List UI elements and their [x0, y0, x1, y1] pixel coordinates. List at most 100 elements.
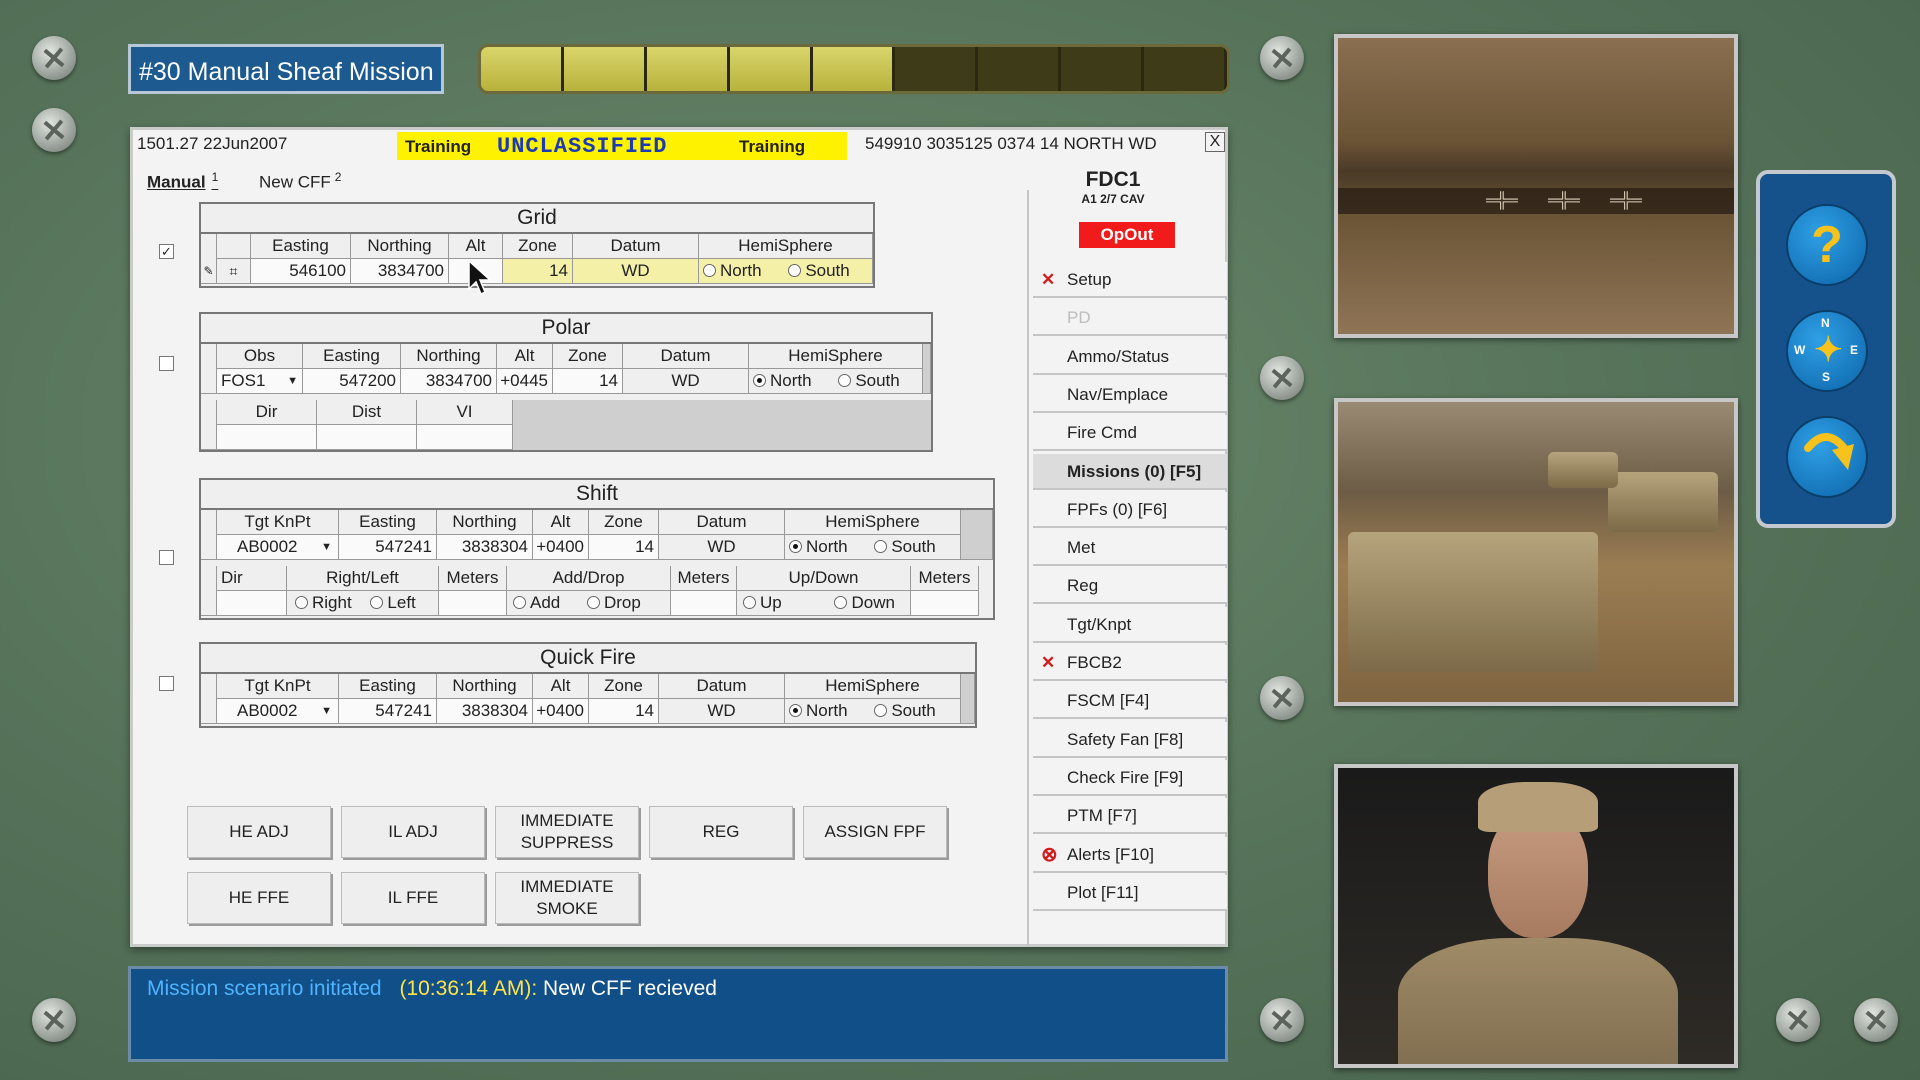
compass-icon[interactable]: N S W E ✦	[1786, 310, 1868, 392]
quickfire-easting-field[interactable]: 547241	[339, 699, 437, 724]
he-adj-button[interactable]: HE ADJ	[187, 806, 331, 858]
shift-ad-meters-field[interactable]	[671, 591, 737, 616]
shift-ud-meters-field[interactable]	[911, 591, 979, 616]
compass-star-icon: ✦	[1814, 331, 1843, 369]
radio-button-icon[interactable]	[834, 596, 848, 610]
radio-button-icon[interactable]	[370, 596, 384, 610]
menu-item-fbcb2[interactable]: ✕ FBCB2	[1033, 645, 1227, 681]
polar-zone-field[interactable]: 14	[553, 369, 623, 394]
il-adj-button[interactable]: IL ADJ	[341, 806, 485, 858]
grid-datum-field[interactable]: WD	[573, 259, 699, 284]
tab-new-cff[interactable]: New CFF 2	[259, 170, 341, 193]
close-button[interactable]: X	[1205, 132, 1225, 152]
polar-enable-checkbox[interactable]	[159, 356, 174, 371]
radio-left[interactable]: Left	[370, 593, 416, 612]
menu-item-pd[interactable]: PD	[1033, 300, 1227, 337]
radio-button-icon[interactable]	[838, 374, 852, 388]
shift-dir-field[interactable]	[217, 591, 287, 616]
quickfire-alt-field[interactable]: +0400	[533, 699, 589, 724]
shift-northing-field[interactable]: 3838304	[437, 535, 533, 560]
radio-button-icon[interactable]	[295, 596, 308, 610]
menu-item-ptm-f7[interactable]: PTM [F7]	[1033, 798, 1227, 835]
radio-right[interactable]: Right	[295, 593, 352, 612]
help-icon[interactable]: ?	[1786, 204, 1868, 286]
tab-manual[interactable]: Manual 1	[147, 170, 218, 193]
radio-south[interactable]: South	[788, 261, 850, 280]
radio-button-icon[interactable]	[513, 596, 526, 610]
menu-item-fscm-f4[interactable]: FSCM [F4]	[1033, 683, 1227, 720]
polar-vi-field[interactable]	[417, 425, 513, 450]
menu-item-setup[interactable]: ✕ Setup	[1033, 262, 1227, 298]
radio-south[interactable]: South	[838, 371, 900, 390]
radio-button-icon[interactable]	[789, 540, 802, 554]
polar-dist-field[interactable]	[317, 425, 417, 450]
radio-down[interactable]: Down	[834, 593, 895, 612]
polar-easting-field[interactable]: 547200	[303, 369, 401, 394]
shift-datum-field[interactable]: WD	[659, 535, 785, 560]
shift-alt-field[interactable]: +0400	[533, 535, 589, 560]
menu-item-fire-cmd[interactable]: Fire Cmd	[1033, 415, 1227, 452]
radio-button-icon[interactable]	[789, 704, 802, 718]
radio-button-icon[interactable]	[586, 596, 600, 610]
opout-button[interactable]: OpOut	[1079, 222, 1175, 248]
radio-up[interactable]: Up	[743, 593, 782, 612]
menu-item-reg[interactable]: Reg	[1033, 568, 1227, 605]
polar-northing-field[interactable]: 3834700	[401, 369, 497, 394]
radio-north[interactable]: North	[703, 261, 762, 280]
radio-button-icon[interactable]	[703, 264, 716, 278]
polar-obs-dropdown[interactable]: FOS1 ▼	[217, 369, 303, 394]
col-header-zone: Zone	[589, 674, 659, 699]
grid-easting-field[interactable]: 546100	[251, 259, 351, 284]
radio-button-icon[interactable]	[743, 596, 756, 610]
menu-item-plot-f11[interactable]: Plot [F11]	[1033, 874, 1227, 911]
radio-button-icon[interactable]	[788, 264, 802, 278]
shift-tgt-dropdown[interactable]: AB0002 ▼	[217, 535, 339, 560]
polar-datum-field[interactable]: WD	[623, 369, 749, 394]
he-ffe-button[interactable]: HE FFE	[187, 872, 331, 924]
grid-enable-checkbox[interactable]: ✓	[159, 244, 174, 259]
menu-item-ammo-status[interactable]: Ammo/Status	[1033, 338, 1227, 375]
reg-button[interactable]: REG	[649, 806, 793, 858]
immediate-smoke-button[interactable]: IMMEDIATE SMOKE	[495, 872, 639, 924]
menu-item-met[interactable]: Met	[1033, 530, 1227, 567]
menu-item-safety-fan-f8[interactable]: Safety Fan [F8]	[1033, 721, 1227, 758]
quickfire-datum-field[interactable]: WD	[659, 699, 785, 724]
menu-item-check-fire-f9[interactable]: Check Fire [F9]	[1033, 759, 1227, 796]
assign-fpf-button[interactable]: ASSIGN FPF	[803, 806, 947, 858]
il-ffe-button[interactable]: IL FFE	[341, 872, 485, 924]
menu-item-nav-emplace[interactable]: Nav/Emplace	[1033, 376, 1227, 413]
shift-enable-checkbox[interactable]	[159, 550, 174, 565]
chevron-down-icon[interactable]: ▼	[321, 699, 332, 723]
shift-rl-meters-field[interactable]	[439, 591, 507, 616]
quickfire-northing-field[interactable]: 3838304	[437, 699, 533, 724]
quickfire-tgt-dropdown[interactable]: AB0002 ▼	[217, 699, 339, 724]
radio-drop[interactable]: Drop	[586, 593, 641, 612]
radio-south[interactable]: South	[874, 537, 936, 556]
return-arrow-icon[interactable]	[1786, 416, 1868, 498]
target-grid-icon[interactable]: ⌗	[217, 259, 251, 284]
shift-easting-field[interactable]: 547241	[339, 535, 437, 560]
grid-northing-field[interactable]: 3834700	[351, 259, 449, 284]
radio-button-icon[interactable]	[874, 704, 888, 718]
shift-zone-field[interactable]: 14	[589, 535, 659, 560]
grid-zone-field[interactable]: 14	[503, 259, 573, 284]
radio-south[interactable]: South	[874, 701, 936, 720]
chevron-down-icon[interactable]: ▼	[287, 369, 298, 393]
immediate-suppress-button[interactable]: IMMEDIATE SUPPRESS	[495, 806, 639, 858]
radio-north[interactable]: North	[753, 371, 812, 390]
polar-dir-field[interactable]	[217, 425, 317, 450]
radio-north[interactable]: North	[789, 701, 848, 720]
menu-item-alerts-f10[interactable]: ⊗ Alerts [F10]	[1033, 836, 1227, 873]
pencil-icon[interactable]: ✎	[201, 259, 217, 284]
polar-alt-field[interactable]: +0445	[497, 369, 553, 394]
quickfire-enable-checkbox[interactable]	[159, 676, 174, 691]
menu-item-missions-0-f5[interactable]: Missions (0) [F5]	[1033, 453, 1227, 490]
menu-item-fpfs-0-f6[interactable]: FPFs (0) [F6]	[1033, 491, 1227, 528]
radio-button-icon[interactable]	[874, 540, 888, 554]
menu-item-tgt-knpt[interactable]: Tgt/Knpt	[1033, 606, 1227, 643]
radio-button-icon[interactable]	[753, 374, 766, 388]
radio-north[interactable]: North	[789, 537, 848, 556]
radio-add[interactable]: Add	[513, 593, 560, 612]
quickfire-zone-field[interactable]: 14	[589, 699, 659, 724]
chevron-down-icon[interactable]: ▼	[321, 535, 332, 559]
